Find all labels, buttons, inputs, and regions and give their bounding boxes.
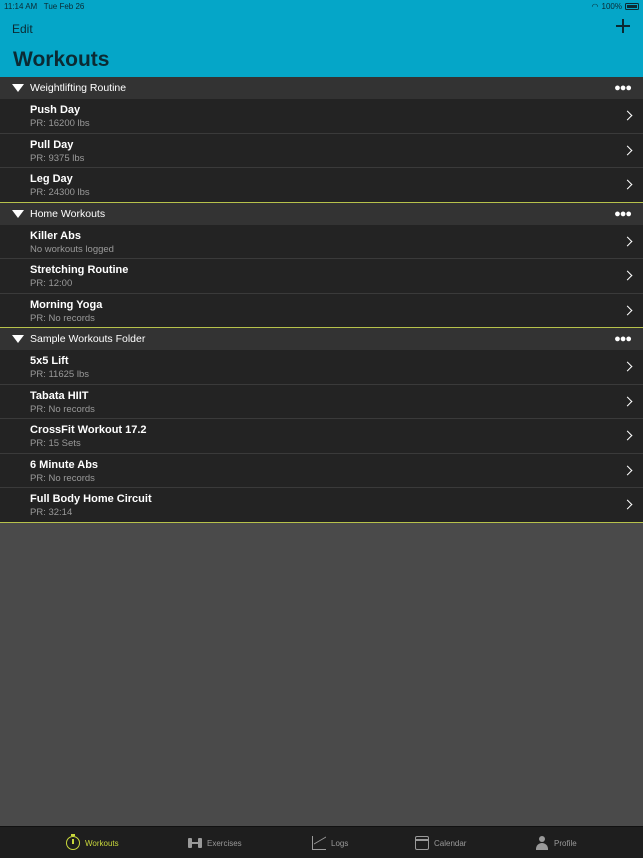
workout-row[interactable]: CrossFit Workout 17.2 PR: 15 Sets xyxy=(0,419,643,454)
workout-subtitle: PR: 11625 lbs xyxy=(30,369,89,380)
workout-row[interactable]: 5x5 Lift PR: 11625 lbs xyxy=(0,350,643,385)
folder-header[interactable]: Weightlifting Routine ●●● xyxy=(0,77,643,99)
tab-logs[interactable]: Logs xyxy=(312,827,348,858)
header-bar: 11:14 AM Tue Feb 26 ◠ 100% Edit Workouts xyxy=(0,0,643,77)
stopwatch-icon xyxy=(66,834,80,850)
more-options-icon[interactable]: ●●● xyxy=(614,208,632,220)
tab-label: Profile xyxy=(554,838,577,848)
add-icon[interactable] xyxy=(615,18,631,34)
folder-name: Weightlifting Routine xyxy=(30,82,127,94)
chevron-right-icon xyxy=(622,361,633,372)
workout-title: CrossFit Workout 17.2 xyxy=(30,424,147,436)
chevron-right-icon xyxy=(622,236,633,246)
tab-calendar[interactable]: Calendar xyxy=(415,827,466,858)
workout-title: Morning Yoga xyxy=(30,298,103,311)
workout-row[interactable]: 6 Minute Abs PR: No records xyxy=(0,453,643,488)
disclosure-triangle-icon[interactable] xyxy=(12,84,24,92)
workout-row[interactable]: Leg Day PR: 24300 lbs xyxy=(0,168,643,203)
workout-row[interactable]: Full Body Home Circuit PR: 32:14 xyxy=(0,488,643,523)
chevron-right-icon xyxy=(622,465,633,475)
calendar-icon xyxy=(415,836,429,850)
more-options-icon[interactable]: ●●● xyxy=(614,82,632,94)
workout-subtitle: No workouts logged xyxy=(30,243,114,255)
chevron-right-icon xyxy=(622,499,633,510)
workout-subtitle: PR: 9375 lbs xyxy=(30,152,85,164)
workout-row[interactable]: Stretching Routine PR: 12:00 xyxy=(0,259,643,294)
chart-icon xyxy=(312,836,326,850)
chevron-right-icon xyxy=(622,430,633,441)
workout-title: Stretching Routine xyxy=(30,264,129,276)
folder-name: Sample Workouts Folder xyxy=(30,333,146,345)
dumbbell-icon xyxy=(188,836,202,850)
workout-row[interactable]: Tabata HIIT PR: No records xyxy=(0,384,643,419)
workout-subtitle: PR: 12:00 xyxy=(30,278,73,289)
tab-bar: Workouts Exercises Logs Calendar Profile xyxy=(0,826,643,858)
workout-title: Tabata HIIT xyxy=(30,389,89,402)
status-time: 11:14 AM xyxy=(4,2,38,11)
workout-row[interactable]: Morning Yoga PR: No records xyxy=(0,293,643,328)
chevron-right-icon xyxy=(622,270,633,281)
chevron-right-icon xyxy=(622,145,633,155)
tab-workouts[interactable]: Workouts xyxy=(66,827,119,858)
workout-subtitle: PR: 16200 lbs xyxy=(30,118,90,129)
workout-list: Weightlifting Routine ●●● Push Day PR: 1… xyxy=(0,77,643,523)
disclosure-triangle-icon[interactable] xyxy=(12,209,24,218)
workout-title: Full Body Home Circuit xyxy=(30,493,152,505)
tab-label: Calendar xyxy=(434,838,467,848)
battery-percent: 100% xyxy=(601,2,622,11)
tab-label: Exercises xyxy=(207,838,242,848)
folder-header[interactable]: Home Workouts ●●● xyxy=(0,202,643,225)
folder-header[interactable]: Sample Workouts Folder ●●● xyxy=(0,328,643,350)
workout-subtitle: PR: No records xyxy=(30,312,95,324)
workout-title: Pull Day xyxy=(30,138,74,151)
status-date: Tue Feb 26 xyxy=(43,2,85,11)
tab-exercises[interactable]: Exercises xyxy=(188,827,242,858)
profile-icon xyxy=(535,836,549,850)
chevron-right-icon xyxy=(622,110,633,121)
disclosure-triangle-icon[interactable] xyxy=(12,335,24,343)
workout-subtitle: PR: No records xyxy=(30,403,95,415)
workout-subtitle: PR: 32:14 xyxy=(30,507,73,518)
workout-title: Leg Day xyxy=(30,173,73,185)
tab-label: Workouts xyxy=(85,838,119,848)
more-options-icon[interactable]: ●●● xyxy=(614,333,632,345)
workout-title: Push Day xyxy=(30,104,81,116)
wifi-icon: ◠ xyxy=(591,2,599,11)
chevron-right-icon xyxy=(622,305,633,315)
battery-icon xyxy=(625,3,639,10)
status-bar: 11:14 AM Tue Feb 26 ◠ 100% xyxy=(0,0,643,14)
workout-subtitle: PR: 15 Sets xyxy=(30,438,81,449)
workout-subtitle: PR: 24300 lbs xyxy=(30,187,90,198)
workout-title: Killer Abs xyxy=(30,229,81,242)
workout-subtitle: PR: No records xyxy=(30,472,95,484)
chevron-right-icon xyxy=(622,396,633,406)
tab-label: Logs xyxy=(331,838,349,848)
workout-row[interactable]: Killer Abs No workouts logged xyxy=(0,224,643,259)
edit-button[interactable]: Edit xyxy=(12,22,33,36)
workout-row[interactable]: Pull Day PR: 9375 lbs xyxy=(0,133,643,168)
chevron-right-icon xyxy=(622,179,633,190)
folder-name: Home Workouts xyxy=(30,207,106,220)
workout-title: 5x5 Lift xyxy=(30,355,69,367)
workout-title: 6 Minute Abs xyxy=(30,458,99,471)
tab-profile[interactable]: Profile xyxy=(535,827,577,858)
workout-row[interactable]: Push Day PR: 16200 lbs xyxy=(0,99,643,134)
page-title: Workouts xyxy=(13,48,110,71)
